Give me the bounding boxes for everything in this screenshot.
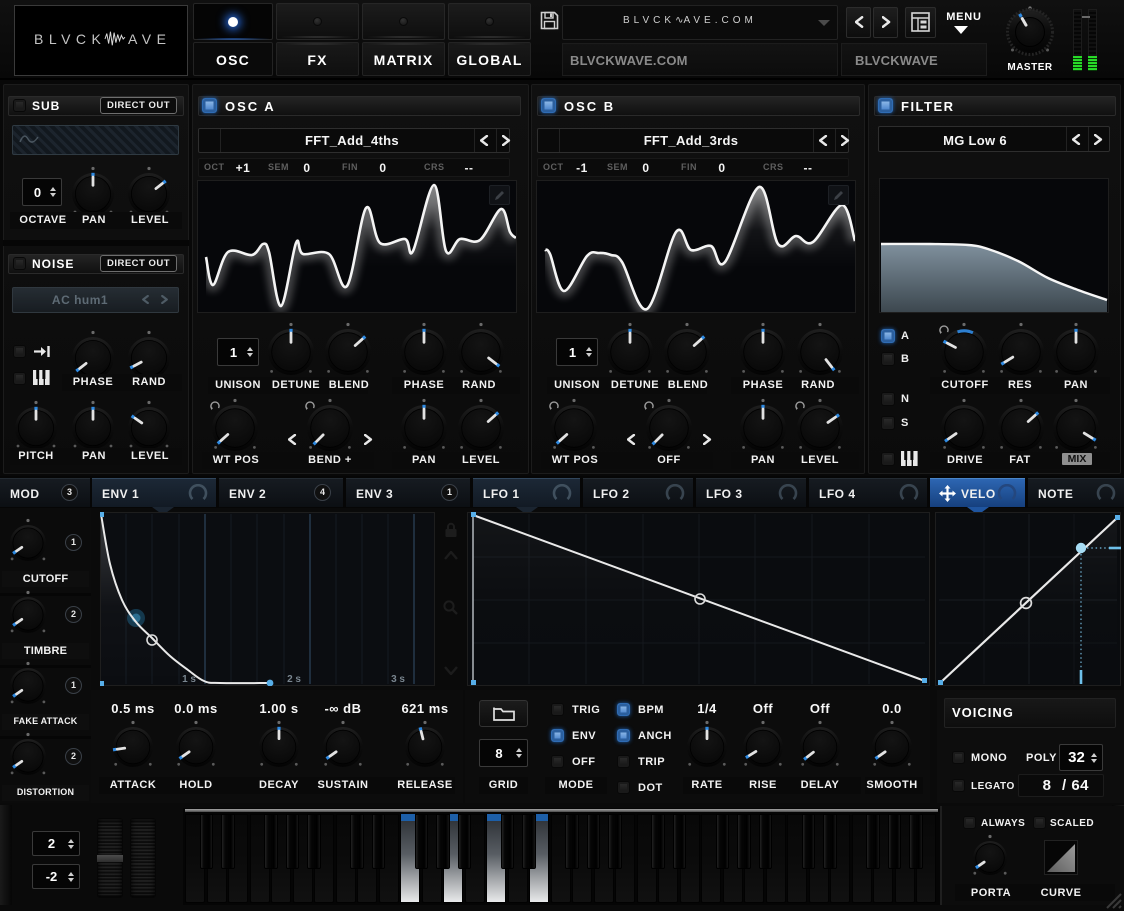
svg-text:2 s: 2 s [287, 674, 301, 685]
svg-text:3 s: 3 s [391, 674, 405, 685]
svg-text:1 s: 1 s [182, 674, 196, 685]
